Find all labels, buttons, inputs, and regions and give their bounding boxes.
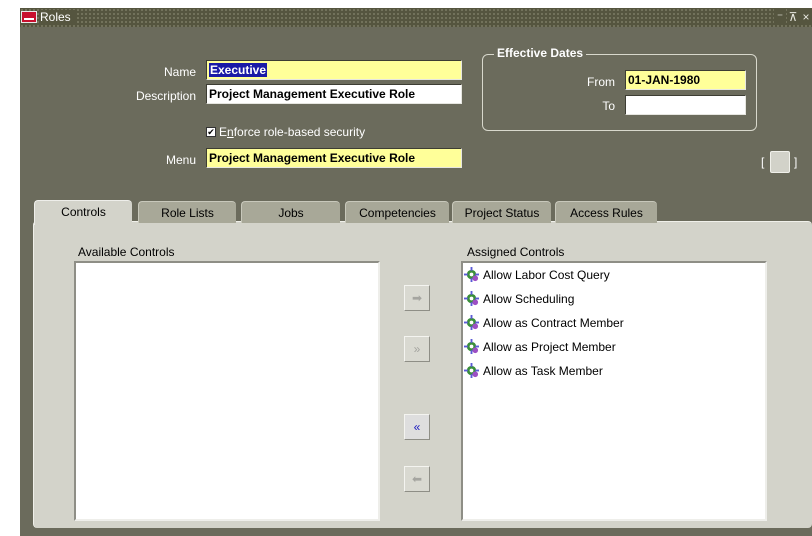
assigned-control-label: Allow as Task Member — [483, 364, 603, 378]
close-icon[interactable]: × — [800, 9, 812, 25]
name-label: Name — [163, 65, 196, 79]
assigned-control-item[interactable]: Allow as Project Member — [463, 336, 765, 360]
menu-field[interactable]: Project Management Executive Role — [206, 148, 462, 168]
assigned-control-item[interactable]: Allow as Contract Member — [463, 312, 765, 336]
control-gear-icon — [464, 267, 479, 282]
enforce-security-checkbox[interactable]: ✔ — [206, 127, 216, 137]
description-field[interactable]: Project Management Executive Role — [206, 84, 462, 104]
control-gear-icon — [464, 291, 479, 306]
tab-jobs[interactable]: Jobs — [241, 201, 340, 223]
assigned-control-item[interactable]: Allow Labor Cost Query — [463, 264, 765, 288]
from-date-field[interactable]: 01-JAN-1980 — [625, 70, 746, 90]
title-bar[interactable]: Roles ⁻ ⊼ × — [20, 8, 812, 27]
assigned-controls-list[interactable]: Allow Labor Cost Query Allow Scheduling Al… — [461, 261, 767, 521]
assigned-control-label: Allow Scheduling — [483, 292, 575, 306]
to-date-field[interactable] — [625, 95, 746, 115]
tab-role-lists[interactable]: Role Lists — [138, 201, 236, 223]
roles-window: Roles ⁻ ⊼ × Name Executive Description P… — [20, 8, 812, 536]
tab-project-status[interactable]: Project Status — [452, 201, 551, 223]
flexfield-square-icon[interactable] — [770, 151, 790, 173]
move-all-right-button[interactable]: » — [404, 336, 430, 362]
move-all-left-button[interactable]: « — [404, 414, 430, 440]
assigned-control-label: Allow as Contract Member — [483, 316, 624, 330]
assigned-control-label: Allow Labor Cost Query — [483, 268, 610, 282]
tab-access-rules[interactable]: Access Rules — [555, 201, 657, 223]
left-bracket: [ — [761, 155, 765, 169]
oracle-app-icon — [21, 11, 37, 23]
enforce-security-label: Enforce role-based security — [219, 125, 366, 139]
tab-controls[interactable]: Controls — [34, 200, 132, 225]
from-label: From — [587, 75, 615, 89]
tab-competencies[interactable]: Competencies — [345, 201, 449, 223]
move-left-button[interactable]: ⬅ — [404, 466, 430, 492]
description-label: Description — [135, 89, 196, 103]
flexfield-button[interactable]: [ ] — [761, 151, 811, 173]
name-value: Executive — [209, 63, 268, 77]
control-gear-icon — [464, 315, 479, 330]
window-title: Roles — [40, 10, 75, 25]
right-bracket: ] — [794, 155, 798, 169]
move-right-button[interactable]: ➡ — [404, 285, 430, 311]
menu-label: Menu — [165, 153, 196, 167]
assigned-control-label: Allow as Project Member — [483, 340, 616, 354]
minimize-icon[interactable]: ⁻ — [774, 9, 786, 25]
assigned-control-item[interactable]: Allow as Task Member — [463, 360, 765, 384]
effective-dates-title: Effective Dates — [494, 46, 587, 60]
assigned-control-item[interactable]: Allow Scheduling — [463, 288, 765, 312]
available-controls-title: Available Controls — [78, 245, 175, 259]
to-label: To — [602, 99, 615, 113]
control-gear-icon — [464, 363, 479, 378]
effective-dates-group — [482, 54, 757, 131]
control-gear-icon — [464, 339, 479, 354]
assigned-controls-title: Assigned Controls — [467, 245, 565, 259]
available-controls-list[interactable] — [74, 261, 380, 521]
maximize-icon[interactable]: ⊼ — [787, 9, 799, 25]
name-field[interactable]: Executive — [206, 60, 462, 80]
